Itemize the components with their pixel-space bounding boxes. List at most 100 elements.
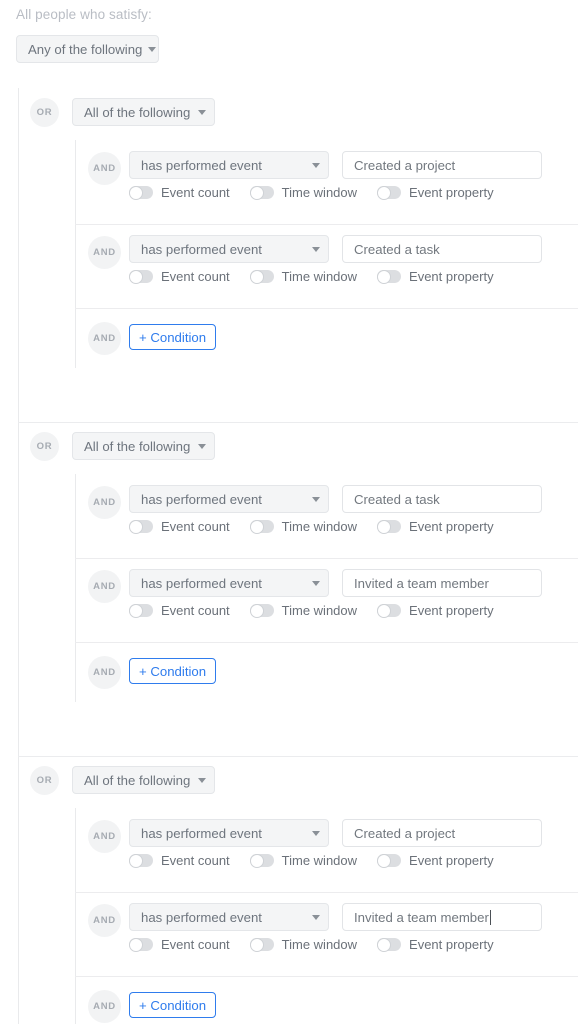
toggle-time-window[interactable]: Time window [249,269,358,284]
switch-track [249,937,274,952]
toggle-event-count[interactable]: Event count [129,937,230,952]
row-separator [75,976,578,977]
switch-knob [129,937,143,952]
event-name-input[interactable]: Created a task [342,485,542,513]
toggle-label: Event count [161,185,230,200]
chevron-down-icon [312,162,320,168]
condition-row: AND has performed event Created a task Even… [75,224,578,308]
switch-knob [249,853,264,868]
add-condition-row: AND + Condition [75,976,578,1024]
event-name-input[interactable]: Created a task [342,235,542,263]
row-separator [75,224,578,225]
add-condition-button[interactable]: + Condition [129,324,217,350]
toggle-label: Event property [409,185,494,200]
segment-builder: All people who satisfy: Any of the follo… [0,0,578,1024]
or-badge: OR [30,766,59,795]
toggle-label: Time window [281,269,358,284]
switch-track [129,519,153,534]
or-badge: OR [30,98,59,127]
toggle-label: Event count [161,269,230,284]
toggle-label: Event property [409,603,494,618]
row-separator [75,308,578,309]
event-name-input[interactable]: Created a project [342,819,542,847]
add-condition-button[interactable]: + Condition [129,992,217,1018]
condition-row: AND has performed event Created a project E… [75,808,578,892]
toggle-event-property[interactable]: Event property [377,937,494,952]
switch-track [129,185,153,200]
condition-toggles: Event count Time window Event property [129,937,494,952]
event-name-input[interactable]: Invited a team member [342,569,542,597]
switch-knob [249,603,264,618]
toggle-label: Time window [281,603,358,618]
toggle-label: Time window [281,185,358,200]
condition-predicate-selector[interactable]: has performed event [129,819,329,847]
switch-knob [377,269,392,284]
toggle-label: Event property [409,269,494,284]
group-match-selector[interactable]: All of the following [72,98,215,126]
group-match-selector[interactable]: All of the following [72,766,215,794]
switch-track [377,603,402,618]
event-name-input-value: Created a project [354,825,456,841]
event-name-input[interactable]: Created a project [342,151,542,179]
toggle-event-count[interactable]: Event count [129,185,230,200]
condition-predicate-selector[interactable]: has performed event [129,485,329,513]
switch-track [377,853,402,868]
condition-row: AND has performed event Created a task Even… [75,474,578,558]
row-separator [75,558,578,559]
and-badge: AND [88,656,121,689]
or-group-rail [18,88,19,1024]
toggle-label: Time window [281,519,358,534]
toggle-time-window[interactable]: Time window [249,185,358,200]
condition-row: AND has performed event Invited a team mem… [75,892,578,976]
toggle-event-property[interactable]: Event property [377,603,494,618]
toggle-event-count[interactable]: Event count [129,603,230,618]
toggle-event-property[interactable]: Event property [377,853,494,868]
toggle-time-window[interactable]: Time window [249,937,357,952]
and-badge: AND [88,904,121,937]
condition-toggles: Event count Time window Event property [129,853,494,868]
condition-predicate-selector[interactable]: has performed event [129,151,329,179]
chevron-down-icon [312,580,320,586]
switch-track [249,269,274,284]
condition-predicate-selector[interactable]: has performed event [129,903,329,931]
switch-knob [249,937,264,952]
and-badge: AND [88,486,121,519]
switch-track [249,519,274,534]
text-cursor [489,909,491,925]
toggle-event-property[interactable]: Event property [377,269,494,284]
and-badge: AND [88,236,121,269]
toggle-label: Event property [409,519,494,534]
toggle-label: Event count [161,937,230,952]
root-match-selector[interactable]: Any of the following [16,35,159,63]
switch-knob [377,853,392,868]
group-separator [18,756,578,757]
toggle-event-count[interactable]: Event count [129,269,230,284]
and-badge: AND [88,820,121,853]
toggle-time-window[interactable]: Time window [249,519,358,534]
switch-knob [377,603,392,618]
event-name-input[interactable]: Invited a team member [342,903,542,931]
condition-predicate-selector[interactable]: has performed event [129,569,329,597]
toggle-event-count[interactable]: Event count [129,519,230,534]
toggle-event-property[interactable]: Event property [377,519,494,534]
chevron-down-icon [198,443,206,449]
toggle-label: Event count [161,519,230,534]
page-title: All people who satisfy: [16,7,152,22]
toggle-event-count[interactable]: Event count [129,853,230,868]
group-match-selector-value: All of the following [84,104,191,120]
switch-track [129,937,153,952]
condition-toggles: Event count Time window Event property [129,519,494,534]
toggle-label: Event count [161,603,230,618]
and-badge: AND [88,152,121,185]
or-badge: OR [30,432,59,461]
condition-toggles: Event count Time window Event property [129,185,494,200]
group-match-selector[interactable]: All of the following [72,432,215,460]
chevron-down-icon [198,777,206,783]
toggle-time-window[interactable]: Time window [249,603,358,618]
condition-predicate-value: has performed event [141,241,262,257]
condition-predicate-selector[interactable]: has performed event [129,235,329,263]
toggle-event-property[interactable]: Event property [377,185,494,200]
add-condition-button[interactable]: + Condition [129,658,217,684]
toggle-time-window[interactable]: Time window [249,853,357,868]
switch-track [249,853,274,868]
